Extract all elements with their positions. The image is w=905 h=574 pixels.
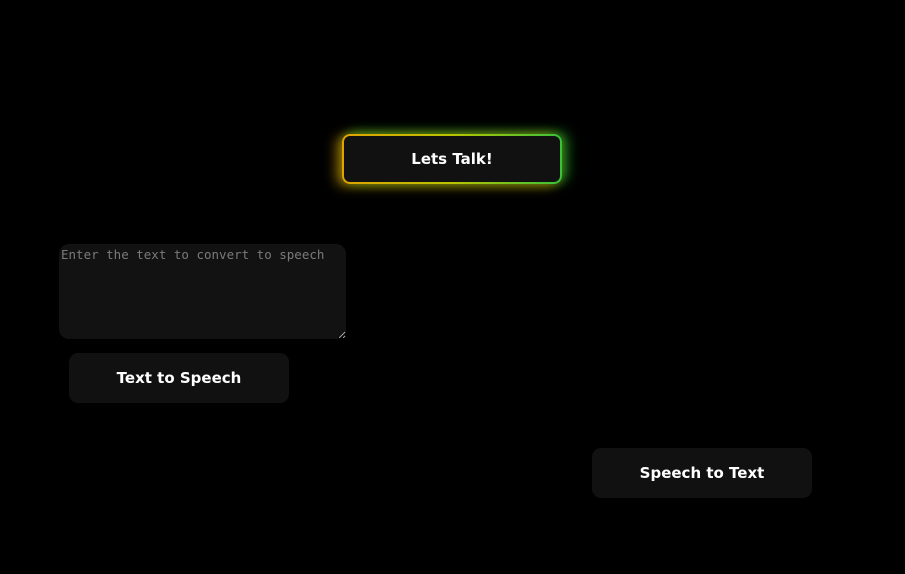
speech-to-text-button[interactable]: Speech to Text [592, 448, 812, 498]
text-to-speech-input[interactable] [59, 244, 346, 339]
lets-talk-button[interactable]: Lets Talk! [342, 134, 562, 184]
text-to-speech-button[interactable]: Text to Speech [69, 353, 289, 403]
